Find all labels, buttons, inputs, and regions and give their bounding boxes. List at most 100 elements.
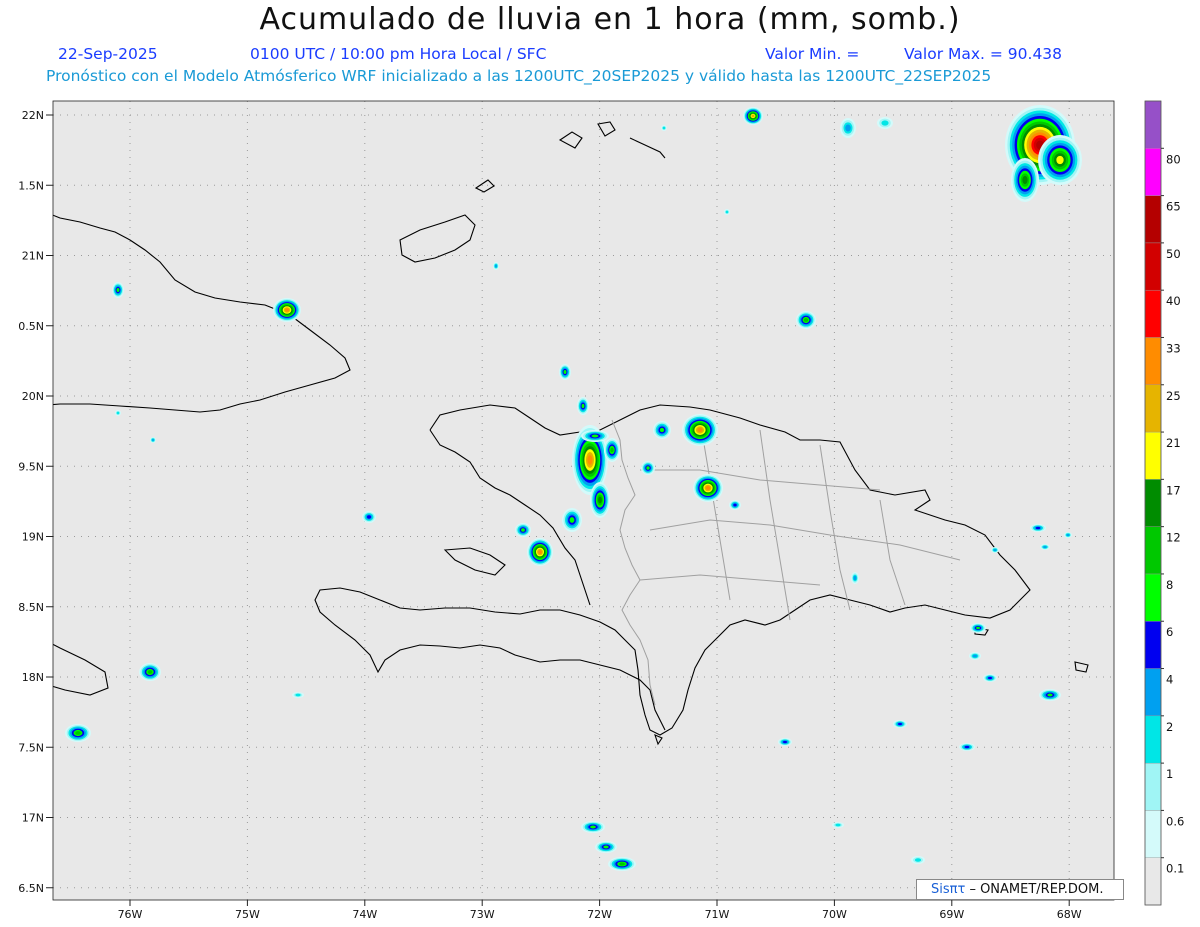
map-background xyxy=(53,101,1114,900)
lon-label: 69W xyxy=(939,908,964,921)
lat-label: 7.5N xyxy=(18,741,44,754)
colorbar-swatch xyxy=(1144,762,1162,811)
lat-label: 6.5N xyxy=(18,882,44,895)
rain-contour xyxy=(659,427,665,433)
rain-contour xyxy=(783,740,787,744)
rain-contour xyxy=(914,858,922,862)
colorbar-swatch xyxy=(1144,715,1162,764)
colorbar-swatch xyxy=(1144,857,1162,906)
colorbar-label: 40 xyxy=(1166,294,1181,308)
rain-contour xyxy=(853,575,857,581)
rain-contour xyxy=(295,693,301,697)
colorbar-swatch xyxy=(1144,526,1162,575)
colorbar-label: 25 xyxy=(1166,389,1181,403)
colorbar-swatch xyxy=(1144,242,1162,291)
rain-contour xyxy=(147,670,153,674)
lat-label: 21N xyxy=(22,250,44,263)
longitude-labels: 76W 75W 74W 73W 72W 71W 70W 69W 68W xyxy=(118,900,1082,921)
lon-label: 70W xyxy=(822,908,847,921)
rain-contour xyxy=(1056,155,1064,165)
colorbar-label: 0.1 xyxy=(1166,862,1184,876)
colorbar-swatch xyxy=(1144,810,1162,858)
rain-contour xyxy=(845,124,851,132)
rain-contour xyxy=(1043,545,1047,549)
colorbar-swatch xyxy=(1144,195,1162,244)
colorbar-swatch xyxy=(1144,337,1162,385)
lat-label: 8.5N xyxy=(18,601,44,614)
colorbar-label: 4 xyxy=(1166,673,1173,687)
colorbar-swatch xyxy=(1144,621,1162,669)
colorbar-label: 2 xyxy=(1166,720,1173,734)
rain-contour xyxy=(751,114,755,118)
colorbar-swatch xyxy=(1144,289,1162,338)
rain-contour xyxy=(610,447,614,453)
rain-contour xyxy=(603,845,609,849)
colorbar-swatch xyxy=(1144,431,1162,480)
rain-contour xyxy=(619,862,625,866)
lat-label: 19N xyxy=(22,531,44,544)
rain-contour xyxy=(367,515,371,519)
lon-label: 76W xyxy=(118,908,143,921)
rain-contour xyxy=(538,550,542,554)
rain-contour xyxy=(285,308,289,312)
rain-contour xyxy=(1047,693,1053,697)
rain-contour xyxy=(803,318,809,322)
rain-contour xyxy=(116,411,120,415)
colorbar-label: 80 xyxy=(1166,152,1181,166)
rain-contour xyxy=(587,455,593,465)
colorbar-swatch xyxy=(1144,384,1162,433)
colorbar-label: 33 xyxy=(1166,341,1181,355)
rain-contour xyxy=(898,722,902,726)
rain-contour xyxy=(75,731,81,735)
rainfall-map: 22N 1.5N 21N 0.5N 20N 9.5N 19N 8.5N 18N 7.5N 17N 6.… xyxy=(18,100,1184,921)
rain-contour xyxy=(1066,533,1070,537)
rain-contour xyxy=(993,548,997,552)
rain-contour xyxy=(705,486,711,490)
colorbar-label: 6 xyxy=(1166,625,1173,639)
lon-label: 73W xyxy=(470,908,495,921)
colorbar-label: 12 xyxy=(1166,531,1181,545)
colorbar-label: 21 xyxy=(1166,436,1181,450)
rain-contour xyxy=(116,288,120,292)
rain-contour xyxy=(151,438,155,442)
rain-contour xyxy=(581,403,585,409)
rain-contour xyxy=(697,427,703,433)
credit-box: Sisπτ – ONAMET/REP.DOM. xyxy=(916,879,1124,900)
colorbar: 0.10.612468121721253340506580 xyxy=(1144,100,1184,906)
lon-label: 68W xyxy=(1057,908,1082,921)
rain-contour xyxy=(646,466,650,470)
lat-label: 9.5N xyxy=(18,460,44,473)
colorbar-swatch xyxy=(1144,479,1162,527)
lat-label: 20N xyxy=(22,390,44,403)
rain-contour xyxy=(662,126,666,130)
rain-contour xyxy=(598,496,602,504)
colorbar-label: 8 xyxy=(1166,578,1173,592)
rain-contour xyxy=(1022,175,1028,185)
rain-contour xyxy=(590,825,596,829)
rain-contour xyxy=(881,120,889,126)
rain-contour xyxy=(563,370,567,374)
lat-label: 17N xyxy=(22,812,44,825)
colorbar-label: 50 xyxy=(1166,247,1181,261)
rain-contour xyxy=(733,503,737,507)
rain-contour xyxy=(591,434,599,438)
rain-contour xyxy=(972,654,978,658)
rain-contour xyxy=(521,528,525,532)
rain-contour xyxy=(976,626,980,630)
lon-label: 71W xyxy=(705,908,730,921)
colorbar-swatch xyxy=(1144,100,1162,149)
rain-contour xyxy=(988,676,992,680)
colorbar-swatch xyxy=(1144,148,1162,196)
rain-contour xyxy=(1035,526,1041,530)
colorbar-swatch xyxy=(1144,668,1162,717)
lon-label: 72W xyxy=(587,908,612,921)
lat-label: 1.5N xyxy=(18,179,44,192)
rain-contour xyxy=(964,745,970,749)
colorbar-label: 1 xyxy=(1166,767,1173,781)
colorbar-label: 0.6 xyxy=(1166,814,1184,828)
colorbar-label: 17 xyxy=(1166,483,1181,497)
credit-brand: Sisπτ xyxy=(931,882,966,897)
latitude-labels: 22N 1.5N 21N 0.5N 20N 9.5N 19N 8.5N 18N 7.5N 17N 6.… xyxy=(18,109,53,895)
lat-label: 22N xyxy=(22,109,44,122)
colorbar-label: 65 xyxy=(1166,200,1181,214)
